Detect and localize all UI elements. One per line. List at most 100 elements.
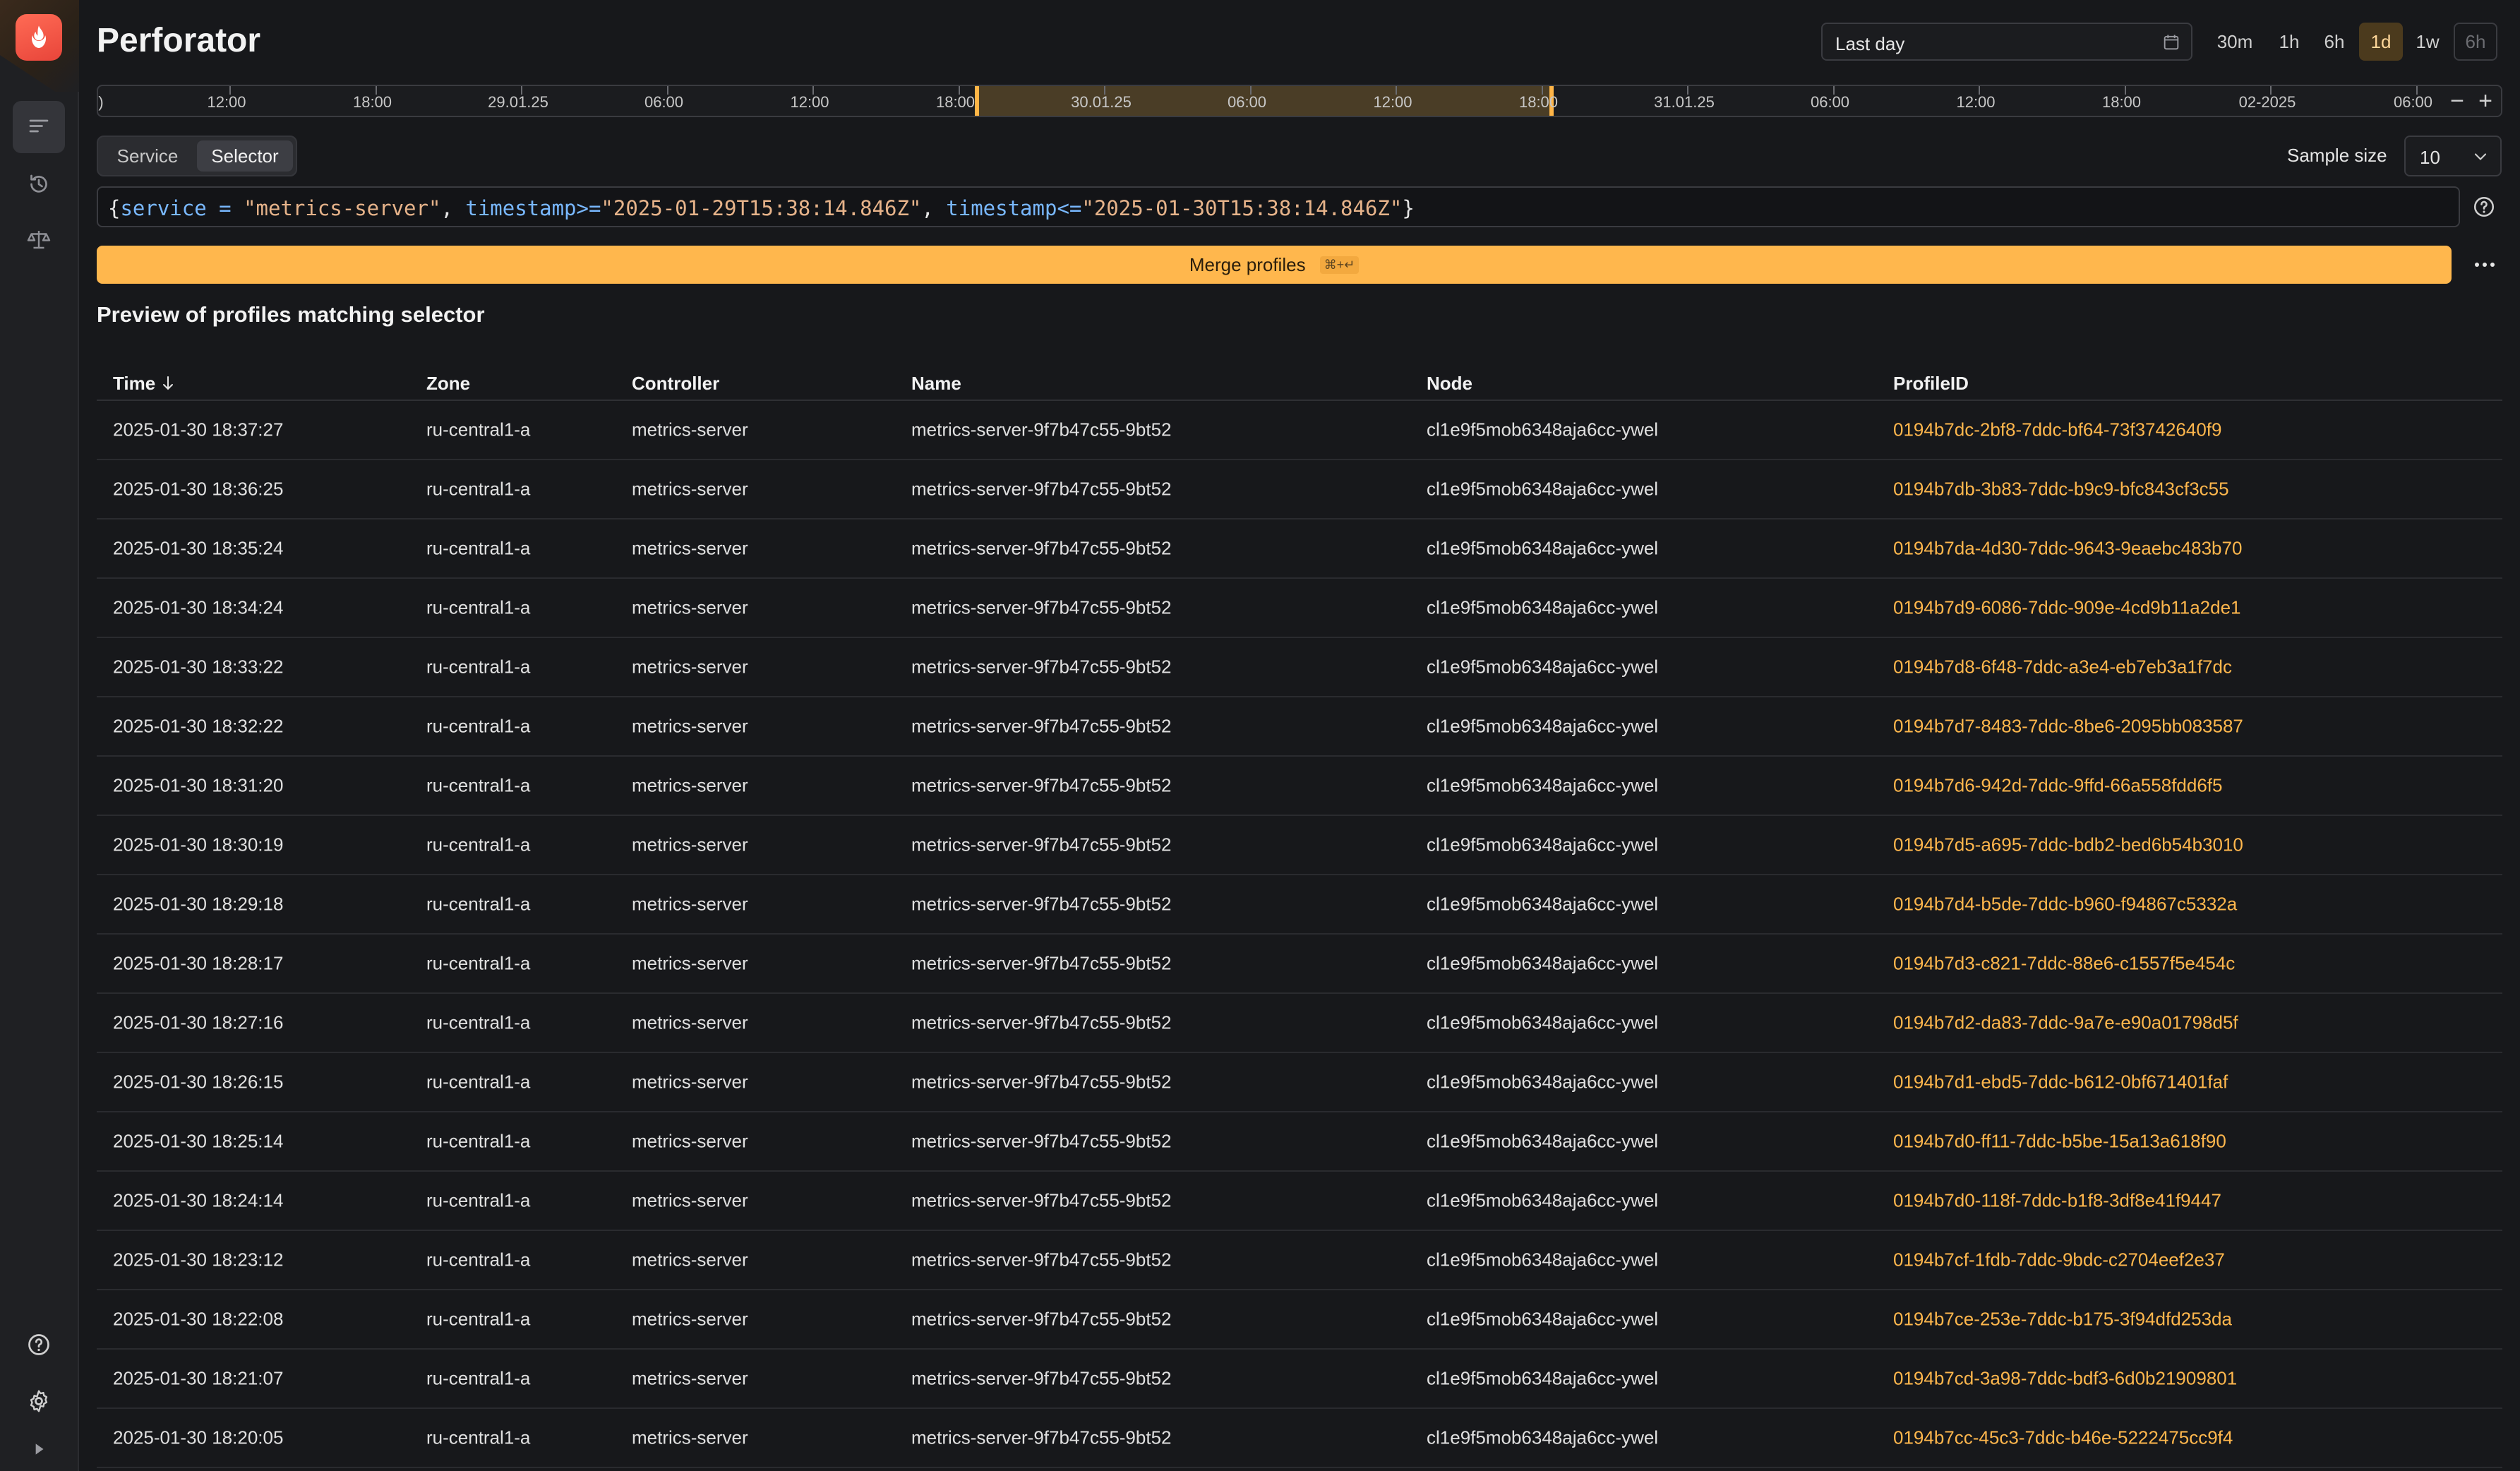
profile-id-link[interactable]: 0194b7d0-ff11-7ddc-b5be-15a13a618f90: [1893, 1131, 2226, 1153]
table-row[interactable]: 2025-01-30 18:34:24 ru-central1-a metrics-…: [97, 579, 2502, 638]
cell-zone: ru-central1-a: [426, 596, 531, 618]
sidebar-item-compare[interactable]: [13, 213, 65, 265]
profile-id-link[interactable]: 0194b7d9-6086-7ddc-909e-4cd9b11a2de1: [1893, 597, 2241, 619]
table-row[interactable]: 2025-01-30 18:23:12 ru-central1-a metrics-…: [97, 1231, 2502, 1290]
column-header-time[interactable]: Time: [113, 373, 175, 395]
table-row[interactable]: 2025-01-30 18:29:18 ru-central1-a metrics-…: [97, 875, 2502, 935]
profile-id-link[interactable]: 0194b7d0-118f-7ddc-b1f8-3df8e41f9447: [1893, 1190, 2221, 1212]
table-row[interactable]: 2025-01-30 18:37:27 ru-central1-a metrics-…: [97, 401, 2502, 460]
table-row[interactable]: 2025-01-30 18:36:25 ru-central1-a metrics-…: [97, 460, 2502, 520]
selector-token: ,: [921, 196, 947, 220]
tab-service[interactable]: Service: [102, 140, 193, 172]
quick-range-6h-disabled[interactable]: 6h: [2454, 23, 2497, 61]
cell-node: cl1e9f5mob6348aja6cc-ywel: [1427, 419, 1659, 440]
cell-zone: ru-central1-a: [426, 537, 531, 559]
timeline-label: 06:00: [1227, 93, 1267, 111]
cell-zone: ru-central1-a: [426, 478, 531, 500]
column-header-controller[interactable]: Controller: [632, 373, 719, 395]
profile-id-link[interactable]: 0194b7d4-b5de-7ddc-b960-f94867c5332a: [1893, 894, 2237, 915]
table-row[interactable]: 2025-01-30 18:20:05 ru-central1-a metrics-…: [97, 1409, 2502, 1468]
selector-help-icon[interactable]: [2472, 195, 2496, 219]
table-row[interactable]: 2025-01-30 18:31:20 ru-central1-a metrics-…: [97, 757, 2502, 816]
profile-id-link[interactable]: 0194b7d3-c821-7ddc-88e6-c1557f5e454c: [1893, 953, 2235, 975]
table-row[interactable]: 2025-01-30 18:33:22 ru-central1-a metrics-…: [97, 638, 2502, 697]
cell-zone: ru-central1-a: [426, 774, 531, 796]
quick-range-30m[interactable]: 30m: [2208, 23, 2262, 61]
sidebar-expand[interactable]: [13, 1431, 65, 1467]
app-logo[interactable]: [16, 14, 62, 61]
table-row[interactable]: 2025-01-30 18:27:16 ru-central1-a metrics-…: [97, 994, 2502, 1053]
cell-name: metrics-server-9f7b47c55-9bt52: [911, 537, 1172, 559]
table-row[interactable]: 2025-01-30 18:21:07 ru-central1-a metrics-…: [97, 1350, 2502, 1409]
quick-range-6h[interactable]: 6h: [2312, 23, 2356, 61]
sidebar-item-history[interactable]: [13, 158, 65, 210]
profile-id-link[interactable]: 0194b7d1-ebd5-7ddc-b612-0bf671401faf: [1893, 1071, 2228, 1093]
profile-id-link[interactable]: 0194b7d2-da83-7ddc-9a7e-e90a01798d5f: [1893, 1012, 2238, 1034]
column-header-zone[interactable]: Zone: [426, 373, 470, 395]
table-row[interactable]: 2025-01-30 18:28:17 ru-central1-a metrics-…: [97, 935, 2502, 994]
sample-size-select[interactable]: 10: [2404, 136, 2502, 176]
profile-id-link[interactable]: 0194b7cf-1fdb-7ddc-9bdc-c2704eef2e37: [1893, 1249, 2225, 1271]
cell-name: metrics-server-9f7b47c55-9bt52: [911, 1367, 1172, 1389]
quick-range-1w[interactable]: 1w: [2406, 23, 2449, 61]
tab-selector[interactable]: Selector: [197, 140, 293, 172]
profile-id-link[interactable]: 0194b7d6-942d-7ddc-9ffd-66a558fdd6f5: [1893, 775, 2222, 797]
profile-id-link[interactable]: 0194b7cd-3a98-7ddc-bdf3-6d0b21909801: [1893, 1368, 2237, 1390]
profile-id-link[interactable]: 0194b7d7-8483-7ddc-8be6-2095bb083587: [1893, 716, 2243, 738]
merge-profiles-button[interactable]: Merge profiles ⌘+↵: [97, 246, 2452, 284]
selector-input[interactable]: {service = "metrics-server", timestamp>=…: [97, 186, 2460, 227]
sidebar-item-profiles[interactable]: [13, 101, 65, 153]
column-header-profile-id[interactable]: ProfileID: [1893, 373, 1969, 395]
profile-id-link[interactable]: 0194b7d5-a695-7ddc-bdb2-bed6b54b3010: [1893, 834, 2243, 856]
cell-controller: metrics-server: [632, 1367, 748, 1389]
table-row[interactable]: 2025-01-30 18:24:14 ru-central1-a metrics-…: [97, 1172, 2502, 1231]
profile-id-link[interactable]: 0194b7dc-2bf8-7ddc-bf64-73f3742640f9: [1893, 419, 2222, 441]
profile-id-link[interactable]: 0194b7da-4d30-7ddc-9643-9eaebc483b70: [1893, 538, 2242, 560]
more-options-button[interactable]: [2471, 253, 2499, 277]
timeline-label: 18:00: [1518, 93, 1559, 111]
table-row[interactable]: 2025-01-30 18:25:14 ru-central1-a metrics-…: [97, 1112, 2502, 1172]
timeline-start-handle[interactable]: [975, 86, 979, 116]
cell-name: metrics-server-9f7b47c55-9bt52: [911, 715, 1172, 737]
compare-scales-icon: [27, 231, 51, 249]
chevron-down-icon: [2474, 153, 2487, 160]
table-row[interactable]: 2025-01-30 18:35:24 ru-central1-a metrics-…: [97, 520, 2502, 579]
quick-range-1d[interactable]: 1d: [2359, 23, 2403, 61]
column-header-name[interactable]: Name: [911, 373, 961, 395]
cell-node: cl1e9f5mob6348aja6cc-ywel: [1427, 715, 1659, 737]
cell-name: metrics-server-9f7b47c55-9bt52: [911, 1011, 1172, 1033]
timeline-label: 06:00: [2393, 93, 2433, 111]
cell-time: 2025-01-30 18:25:14: [113, 1130, 284, 1152]
table-row[interactable]: 2025-01-30 18:30:19 ru-central1-a metrics-…: [97, 816, 2502, 875]
sample-size-value: 10: [2420, 147, 2440, 168]
profile-id-link[interactable]: 0194b7d8-6f48-7ddc-a3e4-eb7eb3a1f7dc: [1893, 656, 2232, 678]
column-header-node[interactable]: Node: [1427, 373, 1472, 395]
timeline-range-slider[interactable]: ) 12:00 18:00 29.01.25 06:00 12:00 18:00 30.01…: [97, 85, 2502, 117]
cell-zone: ru-central1-a: [426, 1427, 531, 1448]
quick-range-1h[interactable]: 1h: [2267, 23, 2311, 61]
cell-zone: ru-central1-a: [426, 1071, 531, 1093]
cell-controller: metrics-server: [632, 893, 748, 915]
cell-time: 2025-01-30 18:30:19: [113, 834, 284, 855]
sidebar-settings[interactable]: [13, 1375, 65, 1427]
cell-zone: ru-central1-a: [426, 1130, 531, 1152]
cell-time: 2025-01-30 18:33:22: [113, 656, 284, 678]
profile-id-link[interactable]: 0194b7db-3b83-7ddc-b9c9-bfc843cf3c55: [1893, 479, 2229, 500]
sidebar-help[interactable]: [13, 1319, 65, 1371]
time-range-picker[interactable]: Last day: [1821, 23, 2192, 61]
sidebar: [0, 0, 79, 1471]
cell-controller: metrics-server: [632, 774, 748, 796]
table-header: Time Zone Controller Name Node ProfileID: [97, 353, 2502, 401]
table-row[interactable]: 2025-01-30 18:26:15 ru-central1-a metrics-…: [97, 1053, 2502, 1112]
cell-name: metrics-server-9f7b47c55-9bt52: [911, 1308, 1172, 1330]
table-row[interactable]: 2025-01-30 18:22:08 ru-central1-a metrics-…: [97, 1290, 2502, 1350]
profile-id-link[interactable]: 0194b7cc-45c3-7ddc-b46e-5222475cc9f4: [1893, 1427, 2233, 1449]
table-row[interactable]: 2025-01-30 18:32:22 ru-central1-a metrics-…: [97, 697, 2502, 757]
timeline-zoom-in[interactable]: +: [2468, 86, 2501, 116]
page-title: Perforator: [97, 22, 261, 59]
profile-id-link[interactable]: 0194b7ce-253e-7ddc-b175-3f94dfd253da: [1893, 1309, 2232, 1331]
cell-controller: metrics-server: [632, 834, 748, 855]
cell-zone: ru-central1-a: [426, 1367, 531, 1389]
cell-name: metrics-server-9f7b47c55-9bt52: [911, 656, 1172, 678]
sort-desc-icon: [163, 376, 174, 390]
